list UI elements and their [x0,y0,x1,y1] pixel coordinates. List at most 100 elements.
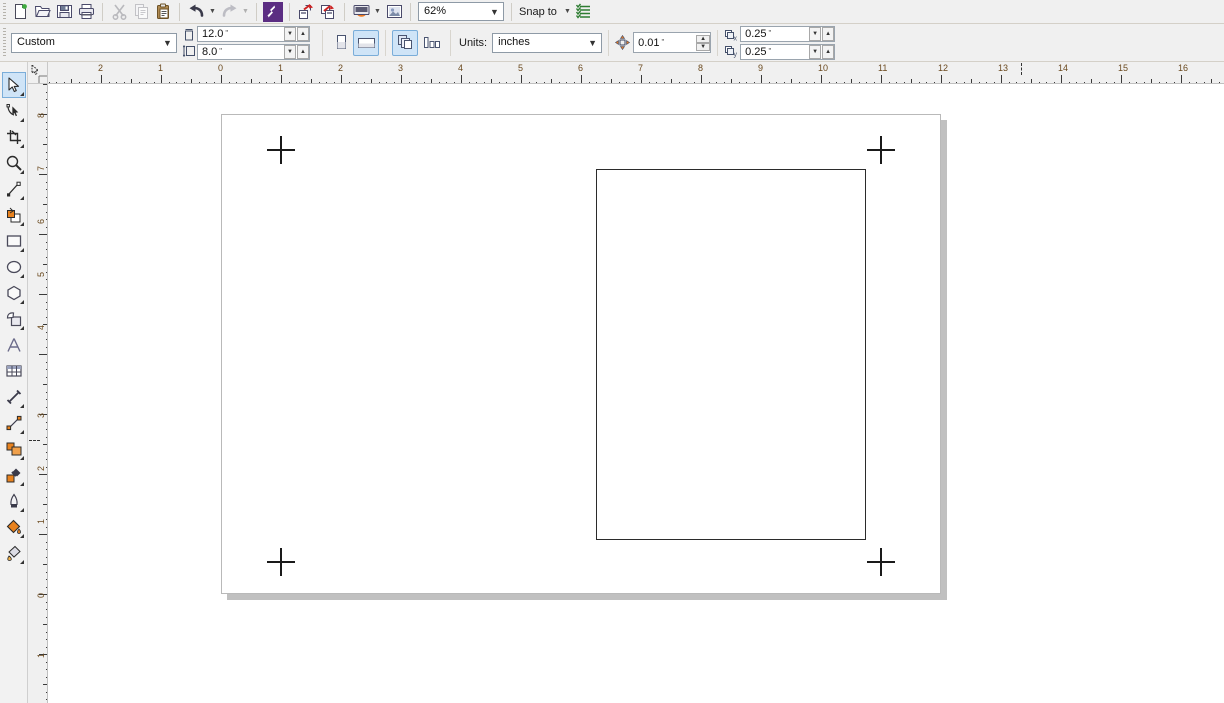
portrait-orientation-button[interactable] [329,31,353,55]
ruler-label: 4 [458,63,464,73]
save-document-button[interactable] [53,1,75,23]
tool-dimension[interactable] [2,384,26,410]
application-launcher-button[interactable] [262,1,284,23]
tool-text[interactable] [2,332,26,358]
drawing-canvas[interactable] [48,84,1224,703]
nudge-offset-increment[interactable]: ▲ [696,34,711,43]
horizontal-ruler[interactable]: 2 1 0 1 2 3 4 5 6 7 8 9 10 11 12 13 14 15 16 [48,62,1224,84]
import-button[interactable] [295,1,317,23]
toolbar-grip[interactable] [0,0,9,23]
all-pages-button[interactable] [392,29,418,56]
tool-smart-fill[interactable] [2,202,26,228]
page-width-field[interactable]: 12.0 " ▼ ▲ [197,25,310,42]
vertical-guide-marker[interactable] [1021,63,1022,75]
zoom-level-value: 62% [424,5,447,17]
nudge-offset-field[interactable]: 0.01 " ▲ ▼ [633,32,712,53]
redo-dropdown-arrow[interactable]: ▼ [240,1,251,23]
export-button[interactable] [317,1,339,23]
ruler-label: 7 [36,165,46,171]
flyout-triangle-icon [20,118,24,122]
page-width-decrement[interactable]: ▼ [284,26,296,41]
page-width-increment[interactable]: ▲ [297,26,309,41]
tool-color-eyedropper[interactable] [2,462,26,488]
ruler-label: 4 [36,324,46,330]
publish-pdf-dropdown-arrow[interactable]: ▼ [372,1,383,23]
open-document-button[interactable] [31,1,53,23]
drawn-rectangle-object[interactable] [596,169,866,540]
toolbar-separator [289,2,290,21]
duplicate-distance-x-field[interactable]: 0.25 " ▼ ▲ [740,25,836,42]
tool-rectangle[interactable] [2,228,26,254]
ruler-tick [341,75,342,83]
options-button[interactable] [573,1,595,23]
tool-table[interactable] [2,358,26,384]
tool-shape[interactable] [2,98,26,124]
printer-icon [78,4,94,19]
ruler-label: 3 [36,412,46,418]
duplicate-distance-y-field[interactable]: 0.25 " ▼ ▲ [740,43,836,60]
property-bar-grip[interactable] [0,24,9,61]
undo-dropdown-arrow[interactable]: ▼ [207,1,218,23]
flyout-triangle-icon [20,248,24,252]
outline-pen-icon [10,493,18,508]
paper-type-combo[interactable]: Custom ▼ [11,32,177,53]
tool-crop[interactable] [2,124,26,150]
toolbox [0,62,28,703]
tool-freehand[interactable] [2,176,26,202]
ruler-tick [39,294,47,295]
cut-button[interactable] [108,1,130,23]
node-edit-icon [6,104,19,117]
paste-button[interactable] [152,1,174,23]
corel-connect-button[interactable] [383,1,405,23]
tool-fill[interactable] [2,514,26,540]
ruler-label: 6 [578,63,584,73]
toolbar-separator [256,2,257,21]
duplicate-x-increment[interactable]: ▲ [822,26,835,41]
duplicate-x-decrement[interactable]: ▼ [809,26,822,41]
tool-interactive-fill[interactable] [2,540,26,566]
redo-button[interactable] [218,1,240,23]
svg-text:x: x [734,35,738,42]
publish-pdf-button[interactable] [350,1,372,23]
ruler-label: 9 [758,63,764,73]
duplicate-y-increment[interactable]: ▲ [822,44,835,59]
ruler-origin-button[interactable] [28,62,48,84]
page-height-decrement[interactable]: ▼ [284,44,296,59]
main-toolbar: ▼ ▼ ▼ 62% ▼ Snap to ▼ [0,0,1224,24]
page-height-field[interactable]: 8.0 " ▼ ▲ [197,43,310,60]
snap-to-dropdown-arrow[interactable]: ▼ [562,1,573,23]
tool-blend[interactable] [2,436,26,462]
crop-mark-bottom-left [267,548,295,576]
blend-shapes-icon [6,442,22,456]
fill-bucket-icon [6,519,21,534]
vertical-ruler[interactable]: 8 7 6 5 4 3 2 1 0 1 [28,84,48,703]
current-page-button[interactable] [418,30,444,56]
landscape-orientation-button[interactable] [353,29,379,56]
ruler-tick [1001,75,1002,83]
smart-fill-icon [7,207,21,223]
crop-mark-top-right [867,136,895,164]
zoom-level-combo[interactable]: 62% ▼ [418,2,504,21]
tool-zoom[interactable] [2,150,26,176]
tool-polygon[interactable] [2,280,26,306]
ruler-tick [161,75,162,83]
units-combo[interactable]: inches ▼ [492,32,603,53]
page-height-icon [183,44,195,57]
copy-button[interactable] [130,1,152,23]
tool-outline[interactable] [2,488,26,514]
tool-ellipse[interactable] [2,254,26,280]
crop-mark-top-left [267,136,295,164]
ruler-tick [1061,75,1062,83]
tool-connector[interactable] [2,410,26,436]
nudge-offset-decrement[interactable]: ▼ [696,42,711,51]
tool-basic-shapes[interactable] [2,306,26,332]
new-document-button[interactable] [9,1,31,23]
horizontal-guide-marker[interactable] [29,440,40,441]
print-button[interactable] [75,1,97,23]
tool-pick[interactable] [2,72,26,98]
ruler-tick [39,474,47,475]
basic-shapes-icon [6,312,22,327]
duplicate-y-decrement[interactable]: ▼ [809,44,822,59]
page-height-increment[interactable]: ▲ [297,44,309,59]
undo-button[interactable] [185,1,207,23]
